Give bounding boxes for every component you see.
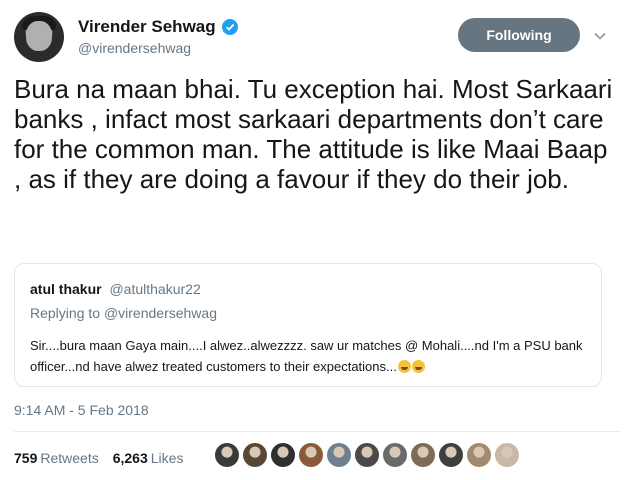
tweet-text: Bura na maan bhai. Tu exception hai. Mos… xyxy=(14,74,613,194)
liker-avatar[interactable] xyxy=(383,443,407,467)
tweet-stats: 759 Retweets 6,263 Likes xyxy=(14,450,183,466)
divider xyxy=(14,431,620,432)
quoted-author: atul thakur @atulthakur22 xyxy=(30,281,201,297)
retweets-count: 759 xyxy=(14,450,38,466)
verified-badge-icon xyxy=(221,19,238,35)
liker-avatar[interactable] xyxy=(495,443,519,467)
replying-to-handle[interactable]: @virendersehwag xyxy=(104,305,217,321)
likes-count: 6,263 xyxy=(112,450,148,466)
tweet-header: Virender Sehwag @virendersehwag Followin… xyxy=(14,10,620,66)
liker-avatar[interactable] xyxy=(355,443,379,467)
liker-avatar[interactable] xyxy=(411,443,435,467)
quoted-author-handle[interactable]: @atulthakur22 xyxy=(109,281,200,297)
liker-avatar[interactable] xyxy=(271,443,295,467)
liker-avatar[interactable] xyxy=(439,443,463,467)
author-name-row: Virender Sehwag xyxy=(78,17,238,37)
laughing-emoji-icon xyxy=(397,360,411,373)
likes-label: Likes xyxy=(150,450,184,466)
replying-to-label: Replying to xyxy=(30,305,101,321)
quoted-tweet[interactable]: atul thakur @atulthakur22 Replying to @v… xyxy=(14,263,602,387)
liker-avatar[interactable] xyxy=(467,443,491,467)
retweets-stat[interactable]: 759 Retweets xyxy=(14,450,99,466)
quoted-text-body: Sir....bura maan Gaya main....I alwez..a… xyxy=(30,338,583,374)
quoted-tweet-text: Sir....bura maan Gaya main....I alwez..a… xyxy=(30,335,590,377)
author-display-name[interactable]: Virender Sehwag xyxy=(78,17,216,37)
liker-avatar[interactable] xyxy=(215,443,239,467)
author-handle[interactable]: @virendersehwag xyxy=(78,40,191,56)
liker-avatar[interactable] xyxy=(243,443,267,467)
quoted-author-name[interactable]: atul thakur xyxy=(30,281,102,297)
liker-avatars xyxy=(215,443,519,467)
following-button[interactable]: Following xyxy=(458,18,580,52)
author-avatar[interactable] xyxy=(14,12,64,62)
quoted-replying-to: Replying to @virendersehwag xyxy=(30,305,217,321)
laughing-emoji-icon xyxy=(411,360,425,373)
liker-avatar[interactable] xyxy=(327,443,351,467)
likes-stat[interactable]: 6,263 Likes xyxy=(113,450,184,466)
retweets-label: Retweets xyxy=(40,450,99,466)
chevron-down-icon[interactable] xyxy=(592,28,608,44)
tweet-timestamp[interactable]: 9:14 AM - 5 Feb 2018 xyxy=(14,402,149,418)
liker-avatar[interactable] xyxy=(299,443,323,467)
